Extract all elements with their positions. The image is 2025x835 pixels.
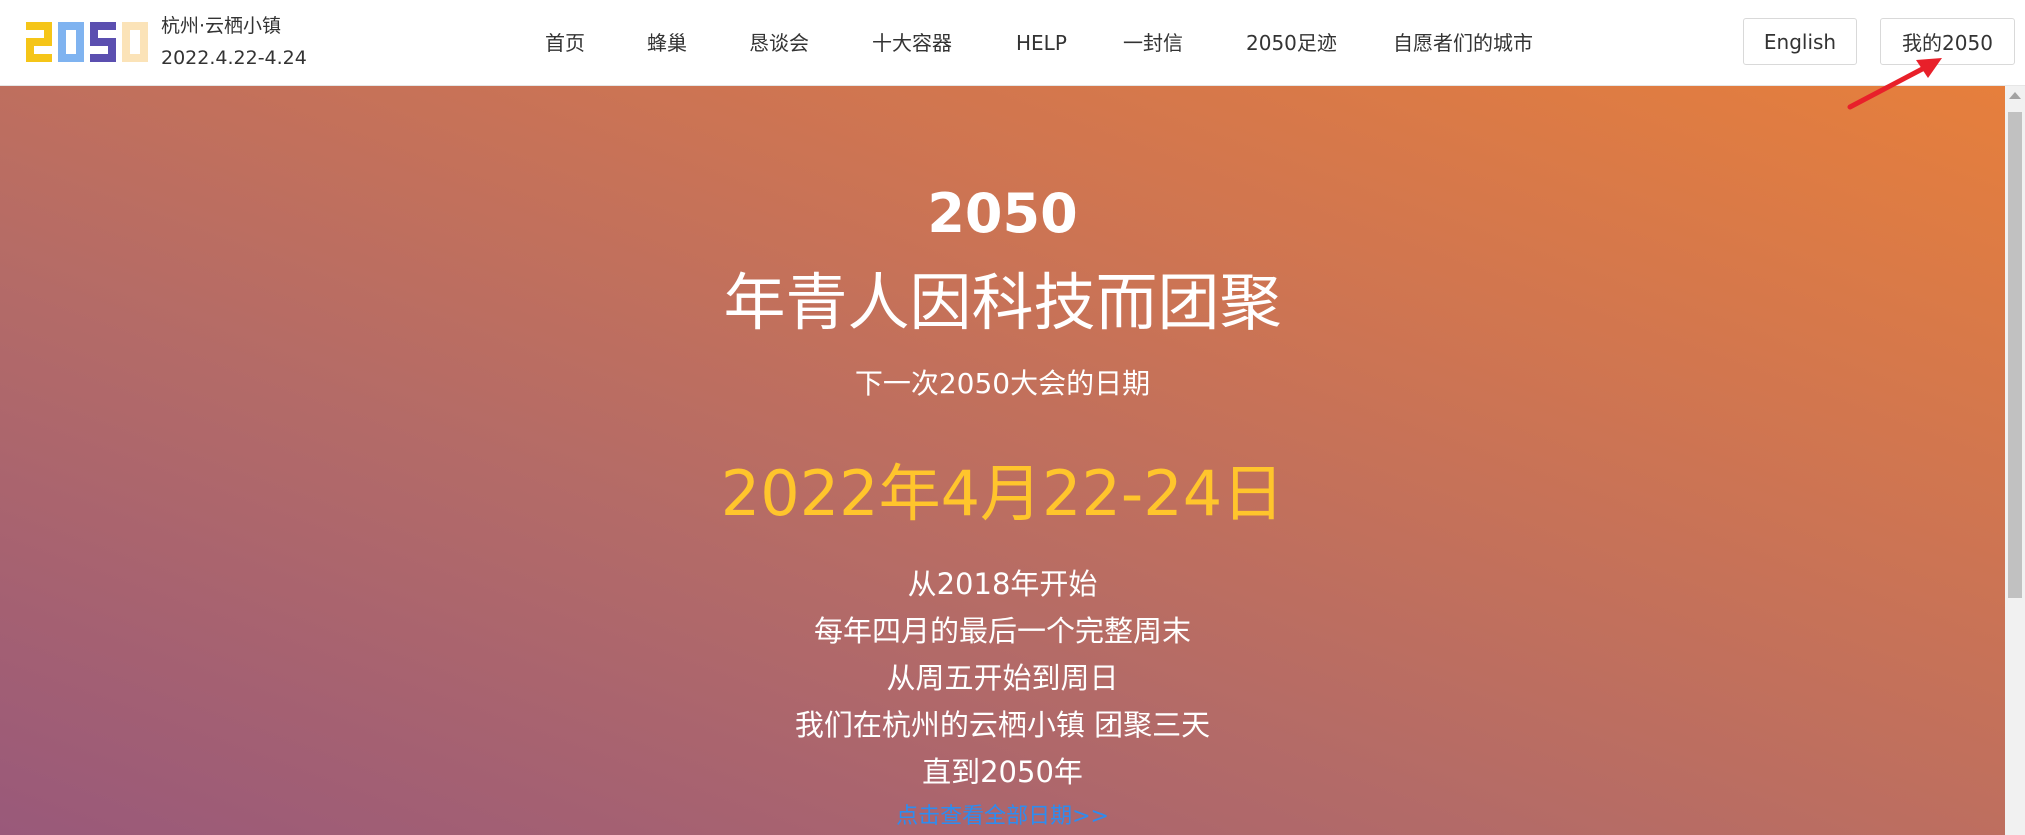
nav-footprints[interactable]: 2050足迹 xyxy=(1246,28,1337,58)
nav-home[interactable]: 首页 xyxy=(545,28,585,58)
event-info: 杭州·云栖小镇 2022.4.22-4.24 xyxy=(161,12,307,72)
hero-year: 2050 xyxy=(927,182,1078,245)
nav-letter[interactable]: 一封信 xyxy=(1123,28,1183,58)
top-header: 杭州·云栖小镇 2022.4.22-4.24 首页 蜂巢 恳谈会 十大容器 HE… xyxy=(0,0,2025,86)
nav-help[interactable]: HELP xyxy=(1016,28,1067,58)
event-location: 杭州·云栖小镇 xyxy=(161,15,282,37)
scroll-up-arrow-icon[interactable] xyxy=(2009,92,2021,99)
hero-slogan: 年青人因科技而团聚 xyxy=(723,266,1282,339)
description-line-2: 每年四月的最后一个完整周末 xyxy=(813,614,1191,648)
description-line-4: 我们在杭州的云栖小镇 团聚三天 xyxy=(794,708,1211,742)
nav-volunteer-cities[interactable]: 自愿者们的城市 xyxy=(1393,28,1533,58)
red-arrow-annotation-icon xyxy=(1847,58,1942,110)
hero-section: 2050 年青人因科技而团聚 下一次2050大会的日期 2022年4月22-24… xyxy=(0,86,2005,835)
description-line-3: 从周五开始到周日 xyxy=(886,661,1119,695)
all-dates-link[interactable]: 点击查看全部日期>> xyxy=(0,802,2005,832)
nav-talks[interactable]: 恳谈会 xyxy=(749,28,809,58)
scrollbar-thumb[interactable] xyxy=(2008,112,2022,598)
next-event-date: 2022年4月22-24日 xyxy=(720,457,1285,530)
event-dates: 2022.4.22-4.24 xyxy=(161,47,307,69)
nav-hive[interactable]: 蜂巢 xyxy=(647,28,687,58)
next-event-label: 下一次2050大会的日期 xyxy=(854,367,1151,400)
nav-ten-containers[interactable]: 十大容器 xyxy=(872,28,952,58)
logo-2050[interactable] xyxy=(26,18,148,66)
description-line-5: 直到2050年 xyxy=(922,755,1083,789)
description-line-1: 从2018年开始 xyxy=(907,567,1098,601)
logo-2050-graphic xyxy=(26,22,148,62)
page-scrollbar[interactable] xyxy=(2005,86,2025,835)
